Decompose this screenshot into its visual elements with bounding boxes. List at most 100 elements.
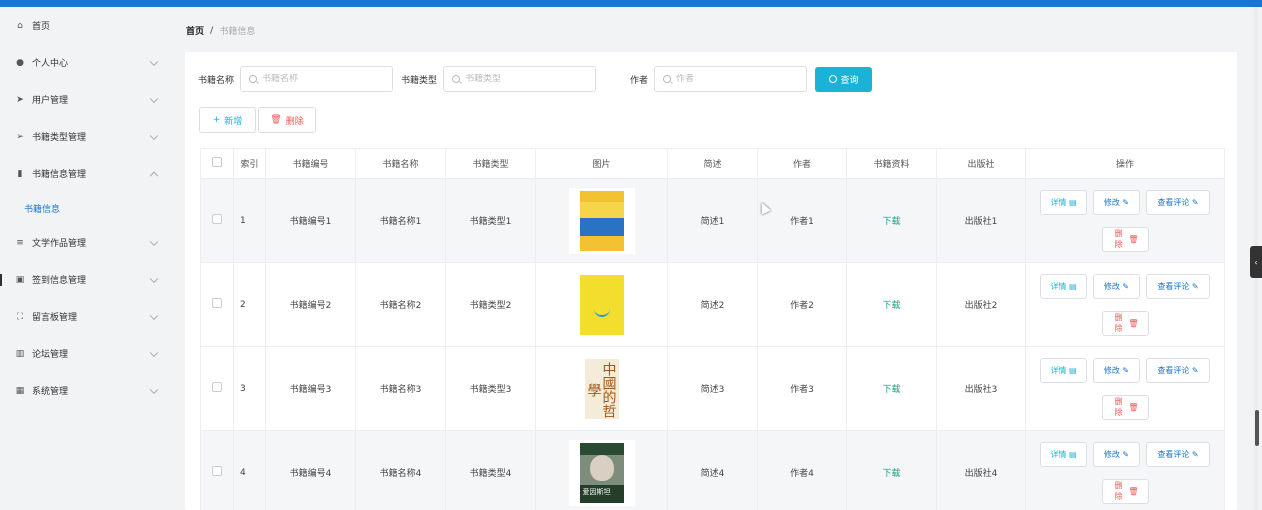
row-checkbox[interactable]	[212, 466, 222, 476]
chevron-down-icon	[149, 57, 159, 66]
sidebar-item-label: 首页	[32, 22, 51, 32]
cell-image	[535, 262, 668, 347]
row-checkbox[interactable]	[212, 214, 222, 224]
table-row: 1 书籍编号1 书籍名称1 书籍类型1 简述1 作者1 下载 出版社1 详情 ▤…	[200, 178, 1225, 263]
breadcrumb-home[interactable]: 首页	[186, 24, 204, 37]
cell-summary: 简述1	[667, 178, 758, 263]
sidebar-item-home[interactable]: ⌂ 首页	[0, 7, 175, 44]
cell-name: 书籍名称4	[355, 430, 446, 510]
cell-operations: 详情 ▤ 修改 ✎ 查看评论 ✎ 删除 🗑	[1025, 262, 1225, 347]
delete-button[interactable]: 删除 🗑	[1101, 478, 1149, 504]
cell-type: 书籍类型3	[445, 346, 536, 431]
column-header: 简述	[667, 148, 758, 179]
query-button[interactable]: 查询	[815, 66, 873, 92]
download-link[interactable]: 下载	[882, 469, 900, 479]
breadcrumb: 首页 / 书籍信息	[186, 24, 255, 38]
add-button[interactable]: + 新增	[199, 107, 256, 133]
book-name-input[interactable]	[262, 74, 383, 84]
sidebar-item-message-board-management[interactable]: ⛶ 留言板管理	[0, 298, 175, 335]
sidebar-item-label: 系统管理	[32, 387, 69, 397]
cell-index: 1	[233, 178, 266, 263]
clipboard-icon: ▣	[15, 274, 25, 285]
sidebar-item-forum-management[interactable]: ▥ 论坛管理	[0, 335, 175, 372]
book-name-field[interactable]	[240, 66, 394, 92]
sidebar-item-system-management[interactable]: ▦ 系统管理	[0, 372, 175, 409]
sidebar-item-checkin-management[interactable]: ▣ 签到信息管理	[0, 261, 175, 298]
row-checkbox[interactable]	[212, 382, 222, 392]
author-field[interactable]	[654, 66, 808, 92]
author-input[interactable]	[676, 74, 797, 84]
batch-delete-button[interactable]: 🗑 删除	[258, 107, 316, 133]
cell-operations: 详情 ▤ 修改 ✎ 查看评论 ✎ 删除 🗑	[1025, 430, 1225, 510]
book-type-field[interactable]	[443, 66, 597, 92]
delete-button[interactable]: 删除 🗑	[1101, 226, 1149, 252]
book-cover-image: 中國的哲學	[568, 355, 635, 422]
cell-index: 2	[233, 262, 266, 347]
delete-button-label: 删除	[285, 116, 304, 127]
chevron-down-icon	[149, 237, 159, 246]
sidebar-item-book-type-management[interactable]: ➢ 书籍类型管理	[0, 118, 175, 155]
download-link[interactable]: 下载	[882, 217, 900, 227]
detail-button[interactable]: 详情 ▤	[1040, 441, 1087, 467]
toolbar: + 新增 🗑 删除	[199, 107, 316, 133]
sidebar-item-user-management[interactable]: ➤ 用户管理	[0, 81, 175, 118]
table-row: 2 书籍编号2 书籍名称2 书籍类型2 简述2 作者2 下载 出版社2 详情 ▤…	[200, 262, 1225, 347]
column-header: 作者	[757, 148, 847, 179]
edit-button[interactable]: 修改 ✎	[1093, 273, 1140, 299]
cell-index: 3	[233, 346, 266, 431]
query-button-label: 查询	[840, 75, 859, 86]
sidebar-item-literary-works-management[interactable]: ≡ 文学作品管理	[0, 224, 175, 261]
column-header: 书籍名称	[355, 148, 446, 179]
sidebar-item-personal-center[interactable]: ● 个人中心	[0, 44, 175, 81]
collapse-toggle-icon[interactable]: ‹	[1250, 246, 1262, 278]
cell-publisher: 出版社2	[936, 262, 1026, 347]
edit-button[interactable]: 修改 ✎	[1093, 357, 1140, 383]
table-row: 4 书籍编号4 书籍名称4 书籍类型4 爱因斯坦 简述4 作者4 下载 出版社4…	[200, 430, 1225, 510]
book-type-input[interactable]	[465, 74, 586, 84]
sidebar-item-label: 文学作品管理	[32, 239, 87, 249]
cell-author: 作者2	[757, 262, 847, 347]
send-icon: ➤	[16, 94, 24, 105]
plus-icon: +	[212, 115, 221, 125]
navigation-icon: ➢	[16, 131, 24, 142]
sidebar-subitem-book-info[interactable]: 书籍信息	[0, 192, 175, 224]
search-icon	[828, 75, 837, 83]
column-header: 索引	[233, 148, 266, 179]
detail-button[interactable]: 详情 ▤	[1040, 189, 1087, 215]
header-select-all[interactable]	[200, 148, 234, 179]
edit-button[interactable]: 修改 ✎	[1093, 441, 1140, 467]
view-comments-button[interactable]: 查看评论 ✎	[1146, 357, 1210, 383]
sidebar-item-label: 书籍信息管理	[32, 170, 87, 180]
delete-button[interactable]: 删除 🗑	[1101, 310, 1149, 336]
cell-type: 书籍类型4	[445, 430, 536, 510]
download-link[interactable]: 下载	[882, 385, 900, 395]
cell-operations: 详情 ▤ 修改 ✎ 查看评论 ✎ 删除 🗑	[1025, 178, 1225, 263]
download-link[interactable]: 下载	[882, 301, 900, 311]
cell-type: 书籍类型1	[445, 178, 536, 263]
sidebar-item-label: 留言板管理	[32, 313, 78, 323]
edit-button[interactable]: 修改 ✎	[1093, 189, 1140, 215]
sidebar-active-marker	[0, 274, 2, 286]
grid-icon: ▦	[15, 385, 25, 396]
sidebar-item-label: 用户管理	[32, 96, 69, 106]
cell-summary: 简述4	[667, 430, 758, 510]
cell-author: 作者4	[757, 430, 847, 510]
column-header: 操作	[1025, 148, 1225, 179]
row-checkbox[interactable]	[212, 298, 222, 308]
view-comments-button[interactable]: 查看评论 ✎	[1146, 273, 1210, 299]
detail-button[interactable]: 详情 ▤	[1040, 357, 1087, 383]
book-cover-image	[568, 271, 635, 338]
detail-button[interactable]: 详情 ▤	[1040, 273, 1087, 299]
chevron-down-icon	[149, 94, 159, 103]
cell-code: 书籍编号3	[265, 346, 356, 431]
view-comments-button[interactable]: 查看评论 ✎	[1146, 189, 1210, 215]
select-all-checkbox[interactable]	[212, 157, 222, 167]
chevron-up-icon	[149, 171, 159, 180]
sidebar-item-book-info-management[interactable]: ▮ 书籍信息管理	[0, 155, 175, 192]
view-comments-button[interactable]: 查看评论 ✎	[1146, 441, 1210, 467]
sidebar-item-label: 个人中心	[32, 59, 69, 69]
top-bar	[0, 0, 1262, 7]
page-scrollbar-thumb[interactable]	[1255, 410, 1259, 446]
chevron-down-icon	[149, 131, 159, 140]
delete-button[interactable]: 删除 🗑	[1101, 394, 1149, 420]
